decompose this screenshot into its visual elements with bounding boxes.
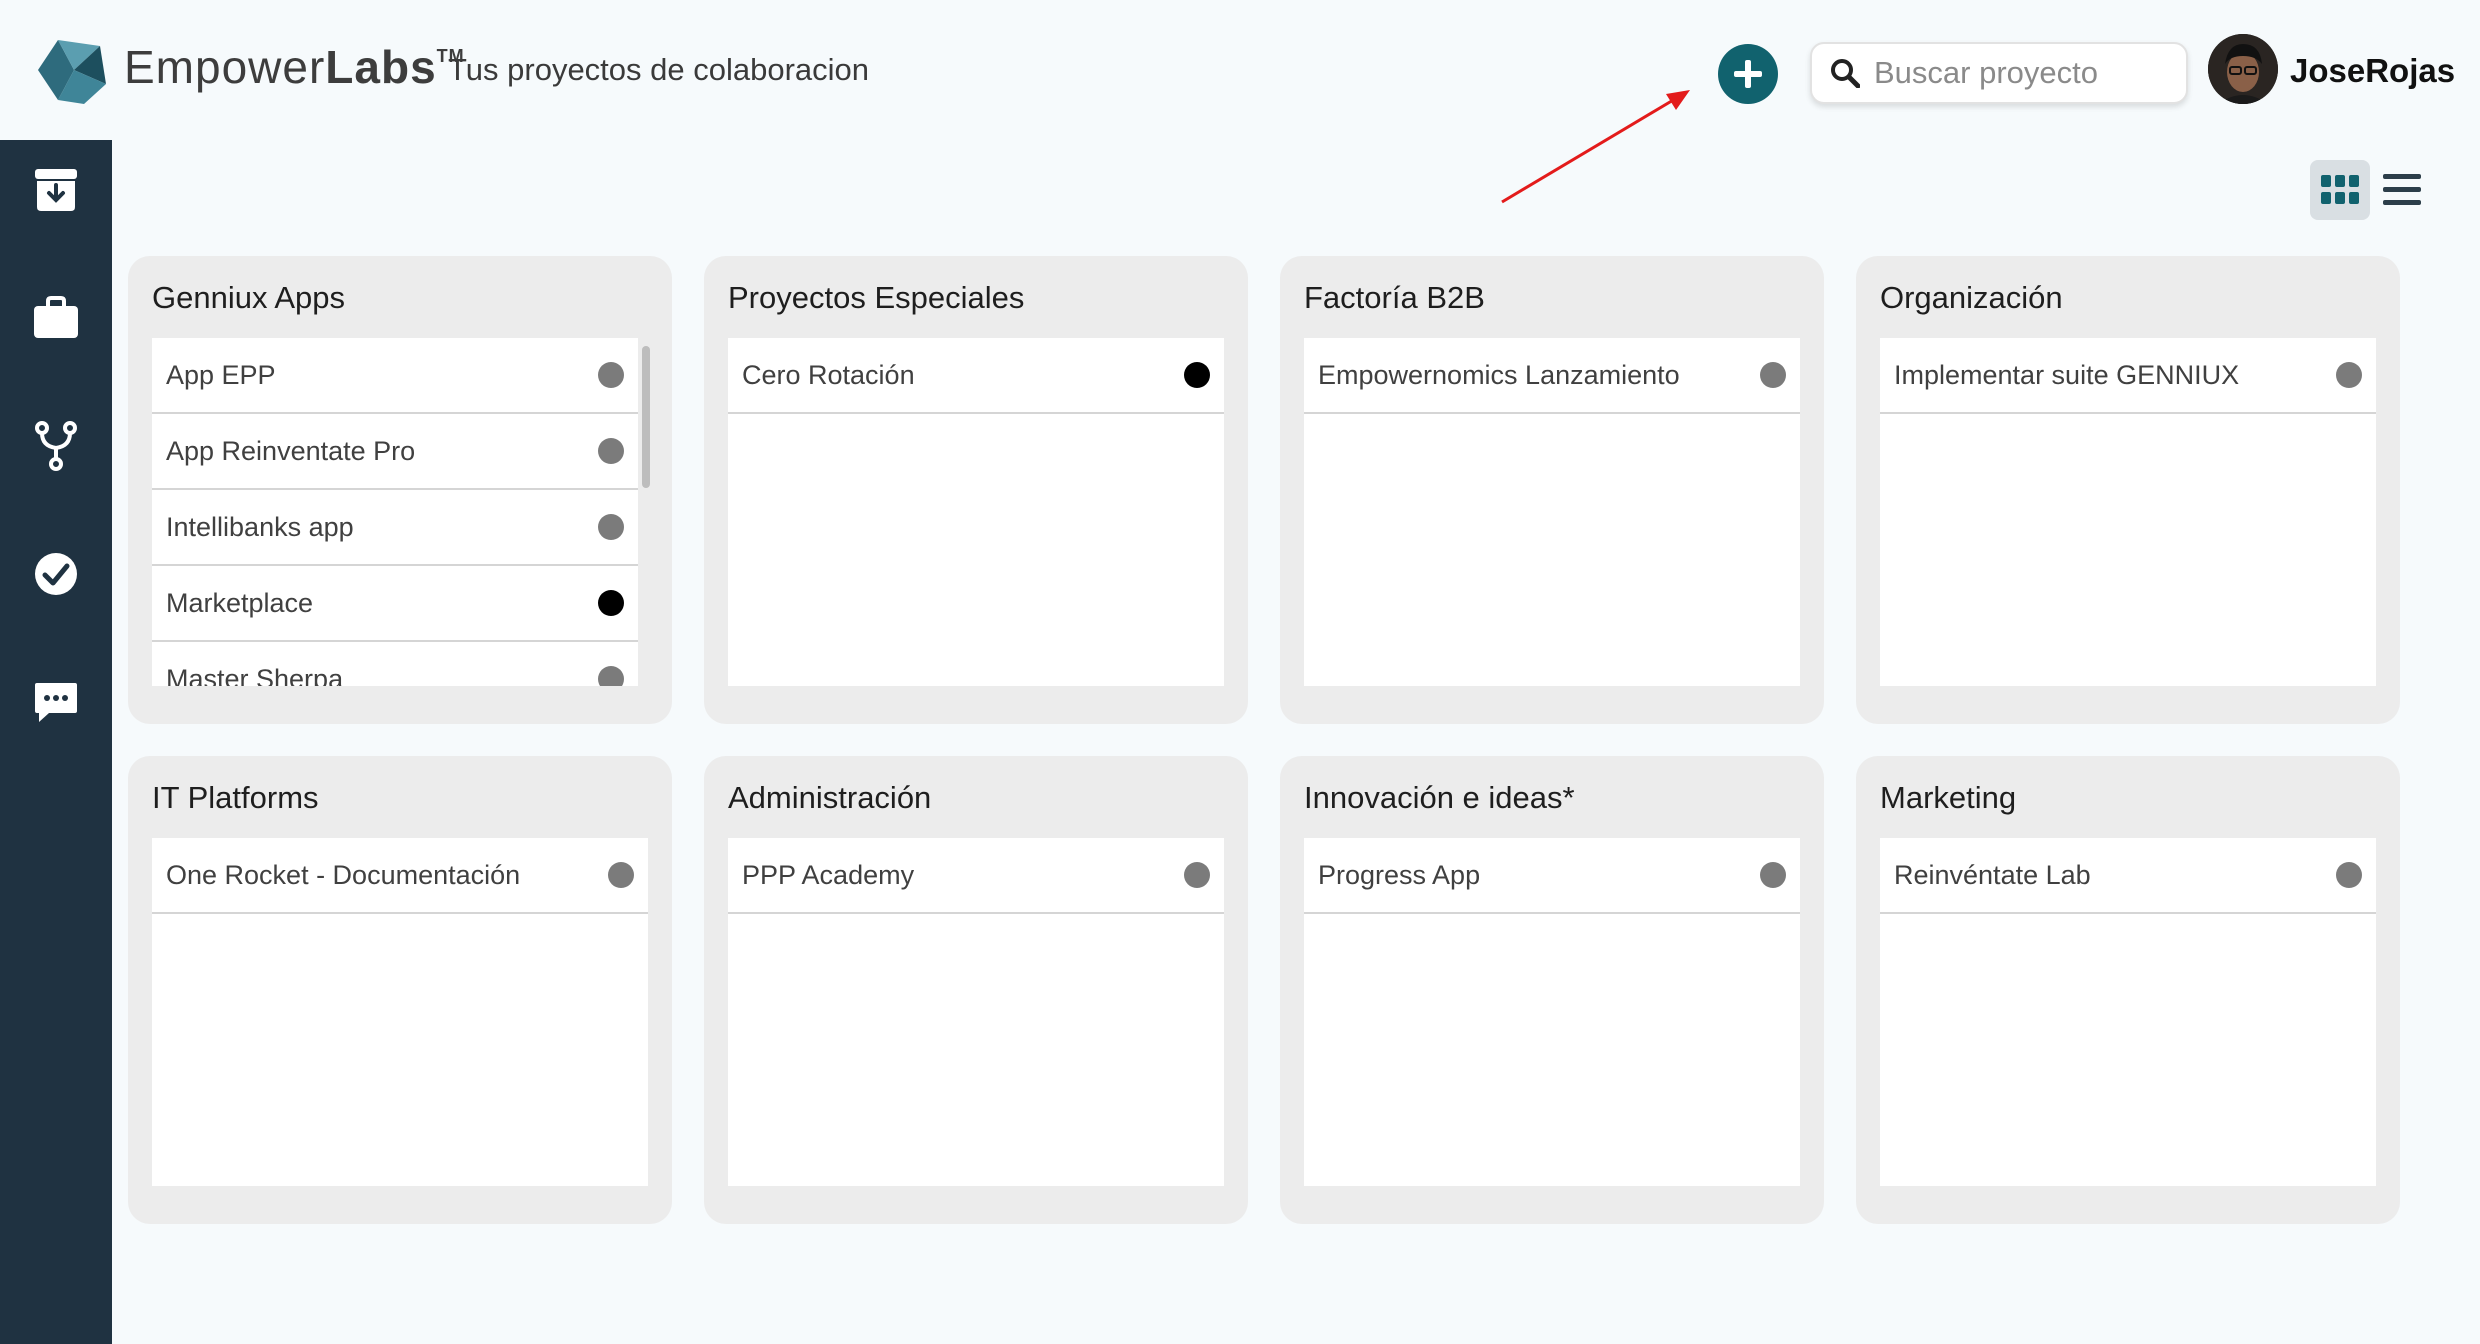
project-item[interactable]: App Reinventate Pro	[152, 414, 638, 490]
project-name: Progress App	[1318, 859, 1481, 890]
archive-icon	[35, 169, 77, 211]
search-input[interactable]	[1874, 55, 2174, 91]
status-dot	[1184, 862, 1210, 888]
project-list: App EPP App Reinventate Pro Intellibanks a…	[152, 338, 638, 686]
project-name: App EPP	[166, 359, 276, 390]
project-list: One Rocket - Documentación	[152, 838, 648, 1186]
header: EmpowerLabsTM Tus proyectos de colaborac…	[0, 0, 2480, 140]
avatar[interactable]	[2208, 34, 2278, 104]
plus-icon	[1734, 60, 1762, 88]
project-item[interactable]: Marketplace	[152, 566, 638, 642]
chat-icon	[35, 683, 77, 722]
status-dot	[598, 438, 624, 464]
list-view-toggle[interactable]	[2380, 164, 2424, 216]
group-title[interactable]: Administración	[728, 780, 931, 816]
project-item[interactable]: Empowernomics Lanzamiento	[1304, 338, 1800, 414]
annotation-arrow	[1501, 90, 1690, 204]
check-circle-icon	[35, 553, 77, 595]
project-group-card: IT Platforms One Rocket - Documentación	[128, 756, 672, 1224]
sidebar-item-messages[interactable]	[28, 674, 84, 730]
project-name: Master Sherpa	[166, 663, 344, 687]
group-title[interactable]: Factoría B2B	[1304, 280, 1485, 316]
project-list: Implementar suite GENNIUX	[1880, 338, 2376, 686]
project-item[interactable]: App EPP	[152, 338, 638, 414]
status-dot	[598, 666, 624, 686]
brand-labs: Labs	[325, 41, 437, 93]
project-name: Marketplace	[166, 587, 314, 618]
group-title[interactable]: Organización	[1880, 280, 2063, 316]
sidebar	[0, 140, 112, 1344]
group-title[interactable]: Genniux Apps	[152, 280, 345, 316]
username[interactable]: JoseRojas	[2290, 52, 2455, 90]
add-project-button[interactable]	[1718, 44, 1778, 104]
status-dot	[1184, 362, 1210, 388]
project-item[interactable]: Implementar suite GENNIUX	[1880, 338, 2376, 414]
project-name: PPP Academy	[742, 859, 915, 890]
project-item[interactable]: PPP Academy	[728, 838, 1224, 914]
project-list: Progress App	[1304, 838, 1800, 1186]
search-icon	[1831, 59, 1860, 88]
list-icon	[2383, 174, 2421, 205]
page-subtitle: Tus proyectos de colaboracion	[448, 52, 870, 87]
project-item[interactable]: One Rocket - Documentación	[152, 838, 648, 914]
project-group-card: Marketing Reinvéntate Lab	[1856, 756, 2400, 1224]
group-title[interactable]: Innovación e ideas*	[1304, 780, 1575, 816]
brand-empower: Empower	[124, 41, 326, 93]
project-group-card: Proyectos Especiales Cero Rotación	[704, 256, 1248, 724]
scrollbar[interactable]	[642, 346, 650, 488]
status-dot	[608, 862, 634, 888]
group-title[interactable]: Marketing	[1880, 780, 2016, 816]
status-dot	[2336, 862, 2362, 888]
project-item[interactable]: Cero Rotación	[728, 338, 1224, 414]
project-group-card: Innovación e ideas* Progress App	[1280, 756, 1824, 1224]
project-name: Intellibanks app	[166, 511, 354, 542]
sidebar-item-archive[interactable]	[28, 162, 84, 218]
sidebar-item-tasks[interactable]	[28, 546, 84, 602]
brand-name: EmpowerLabsTM	[124, 40, 465, 94]
sidebar-item-projects[interactable]	[28, 290, 84, 346]
user-photo	[2208, 34, 2278, 104]
project-item[interactable]: Reinvéntate Lab	[1880, 838, 2376, 914]
project-list: Cero Rotación	[728, 338, 1224, 686]
project-group-card: Administración PPP Academy	[704, 756, 1248, 1224]
status-dot	[598, 362, 624, 388]
project-item[interactable]: Progress App	[1304, 838, 1800, 914]
project-list: Empowernomics Lanzamiento	[1304, 338, 1800, 686]
search-box[interactable]	[1810, 42, 2188, 104]
branch-icon	[35, 421, 77, 471]
status-dot	[1760, 362, 1786, 388]
project-name: Empowernomics Lanzamiento	[1318, 359, 1680, 390]
project-name: Reinvéntate Lab	[1894, 859, 2091, 890]
status-dot	[2336, 362, 2362, 388]
group-title[interactable]: Proyectos Especiales	[728, 280, 1024, 316]
status-dot	[598, 514, 624, 540]
group-title[interactable]: IT Platforms	[152, 780, 319, 816]
project-name: One Rocket - Documentación	[166, 859, 521, 890]
sidebar-item-branches[interactable]	[28, 418, 84, 474]
status-dot	[598, 590, 624, 616]
grid-icon	[2321, 175, 2359, 204]
status-dot	[1760, 862, 1786, 888]
project-list: Reinvéntate Lab	[1880, 838, 2376, 1186]
project-name: App Reinventate Pro	[166, 435, 416, 466]
project-item[interactable]: Intellibanks app	[152, 490, 638, 566]
grid-view-toggle[interactable]	[2310, 160, 2370, 220]
project-group-card: Genniux Apps App EPP App Reinventate Pro In…	[128, 256, 672, 724]
project-name: Cero Rotación	[742, 359, 915, 390]
empowerlabs-logo[interactable]	[34, 32, 110, 108]
project-group-card: Factoría B2B Empowernomics Lanzamiento	[1280, 256, 1824, 724]
briefcase-icon	[34, 296, 78, 338]
project-list: PPP Academy	[728, 838, 1224, 1186]
project-group-card: Organización Implementar suite GENNIUX	[1856, 256, 2400, 724]
project-item[interactable]: Master Sherpa	[152, 642, 638, 686]
project-name: Implementar suite GENNIUX	[1894, 359, 2240, 390]
